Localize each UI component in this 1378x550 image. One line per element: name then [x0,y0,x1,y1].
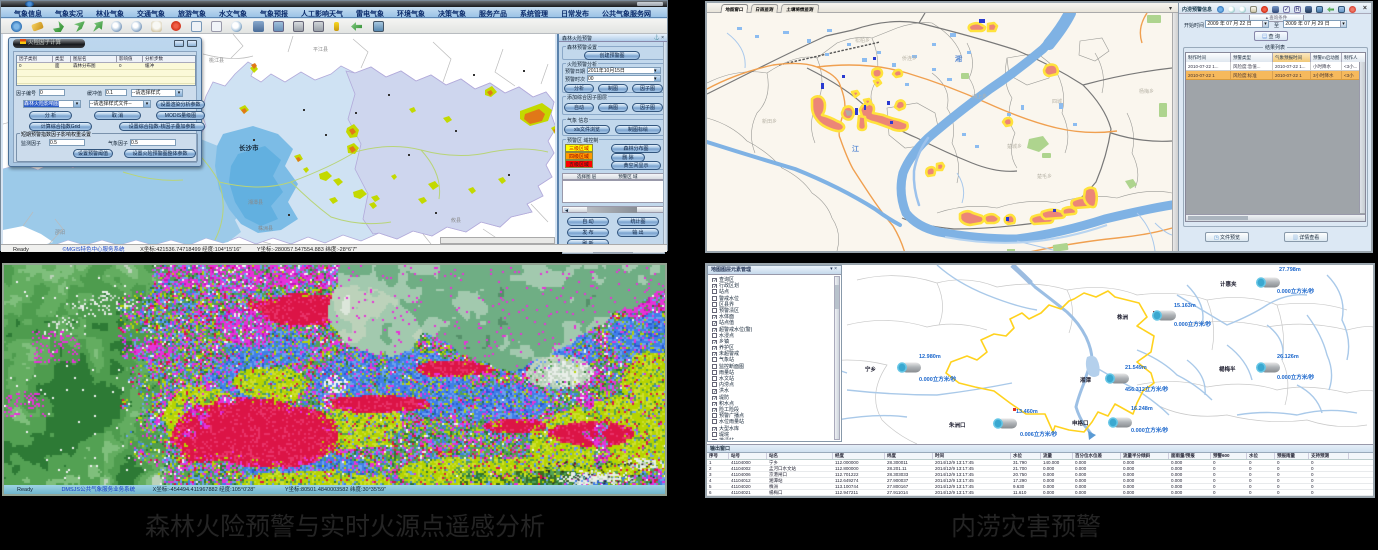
svg-text:21.549m: 21.549m [1125,365,1147,371]
svg-text:楚毛乡: 楚毛乡 [1037,173,1052,180]
svg-text:桃江县: 桃江县 [209,57,224,64]
svg-text:平江县: 平江县 [313,46,328,53]
svg-text:楊梅半: 楊梅半 [1219,365,1236,373]
svg-text:洲上乡: 洲上乡 [972,93,987,100]
svg-text:湘: 湘 [955,54,962,63]
svg-text:0.000立方米/秒: 0.000立方米/秒 [1131,426,1169,434]
svg-text:0.000立方米/秒: 0.000立方米/秒 [1277,373,1315,381]
svg-text:攸县: 攸县 [451,217,461,224]
svg-text:15.163m: 15.163m [1174,303,1196,309]
svg-text:新田乡: 新田乡 [762,118,777,125]
svg-text:456.312立方米/秒: 456.312立方米/秒 [1125,385,1169,393]
svg-text:12.980m: 12.980m [919,354,941,360]
svg-text:湘潭县: 湘潭县 [248,199,263,206]
svg-text:楚城乡: 楚城乡 [1007,143,1022,150]
svg-text:长沙市: 长沙市 [239,143,259,152]
svg-text:株洲县: 株洲县 [258,225,273,232]
svg-text:26.126m: 26.126m [1277,354,1299,360]
svg-text:计惠夹: 计惠夹 [1220,280,1237,288]
svg-text:0.000立方米/秒: 0.000立方米/秒 [1277,287,1315,295]
svg-text:27.798m: 27.798m [1279,267,1301,273]
svg-text:宁乡: 宁乡 [865,365,877,373]
svg-text:朱洲口: 朱洲口 [949,421,966,429]
svg-text:13.460m: 13.460m [1016,409,1038,415]
svg-text:侨连乡: 侨连乡 [902,55,917,62]
svg-text:0.006立方米/秒: 0.006立方米/秒 [1020,430,1058,438]
svg-text:四城: 四城 [1052,98,1062,105]
svg-text:0.000立方米/秒: 0.000立方米/秒 [919,375,957,383]
svg-text:湘潭: 湘潭 [1080,376,1092,384]
svg-text:0.000立方米/秒: 0.000立方米/秒 [1174,320,1212,328]
svg-text:株洲: 株洲 [1117,313,1129,321]
svg-text:松柏乡: 松柏乡 [855,37,870,44]
svg-text:16.248m: 16.248m [1131,406,1153,412]
svg-text:申格口: 申格口 [1072,419,1089,427]
svg-text:江: 江 [852,144,859,153]
svg-text:杨梅乡: 杨梅乡 [1139,88,1154,95]
